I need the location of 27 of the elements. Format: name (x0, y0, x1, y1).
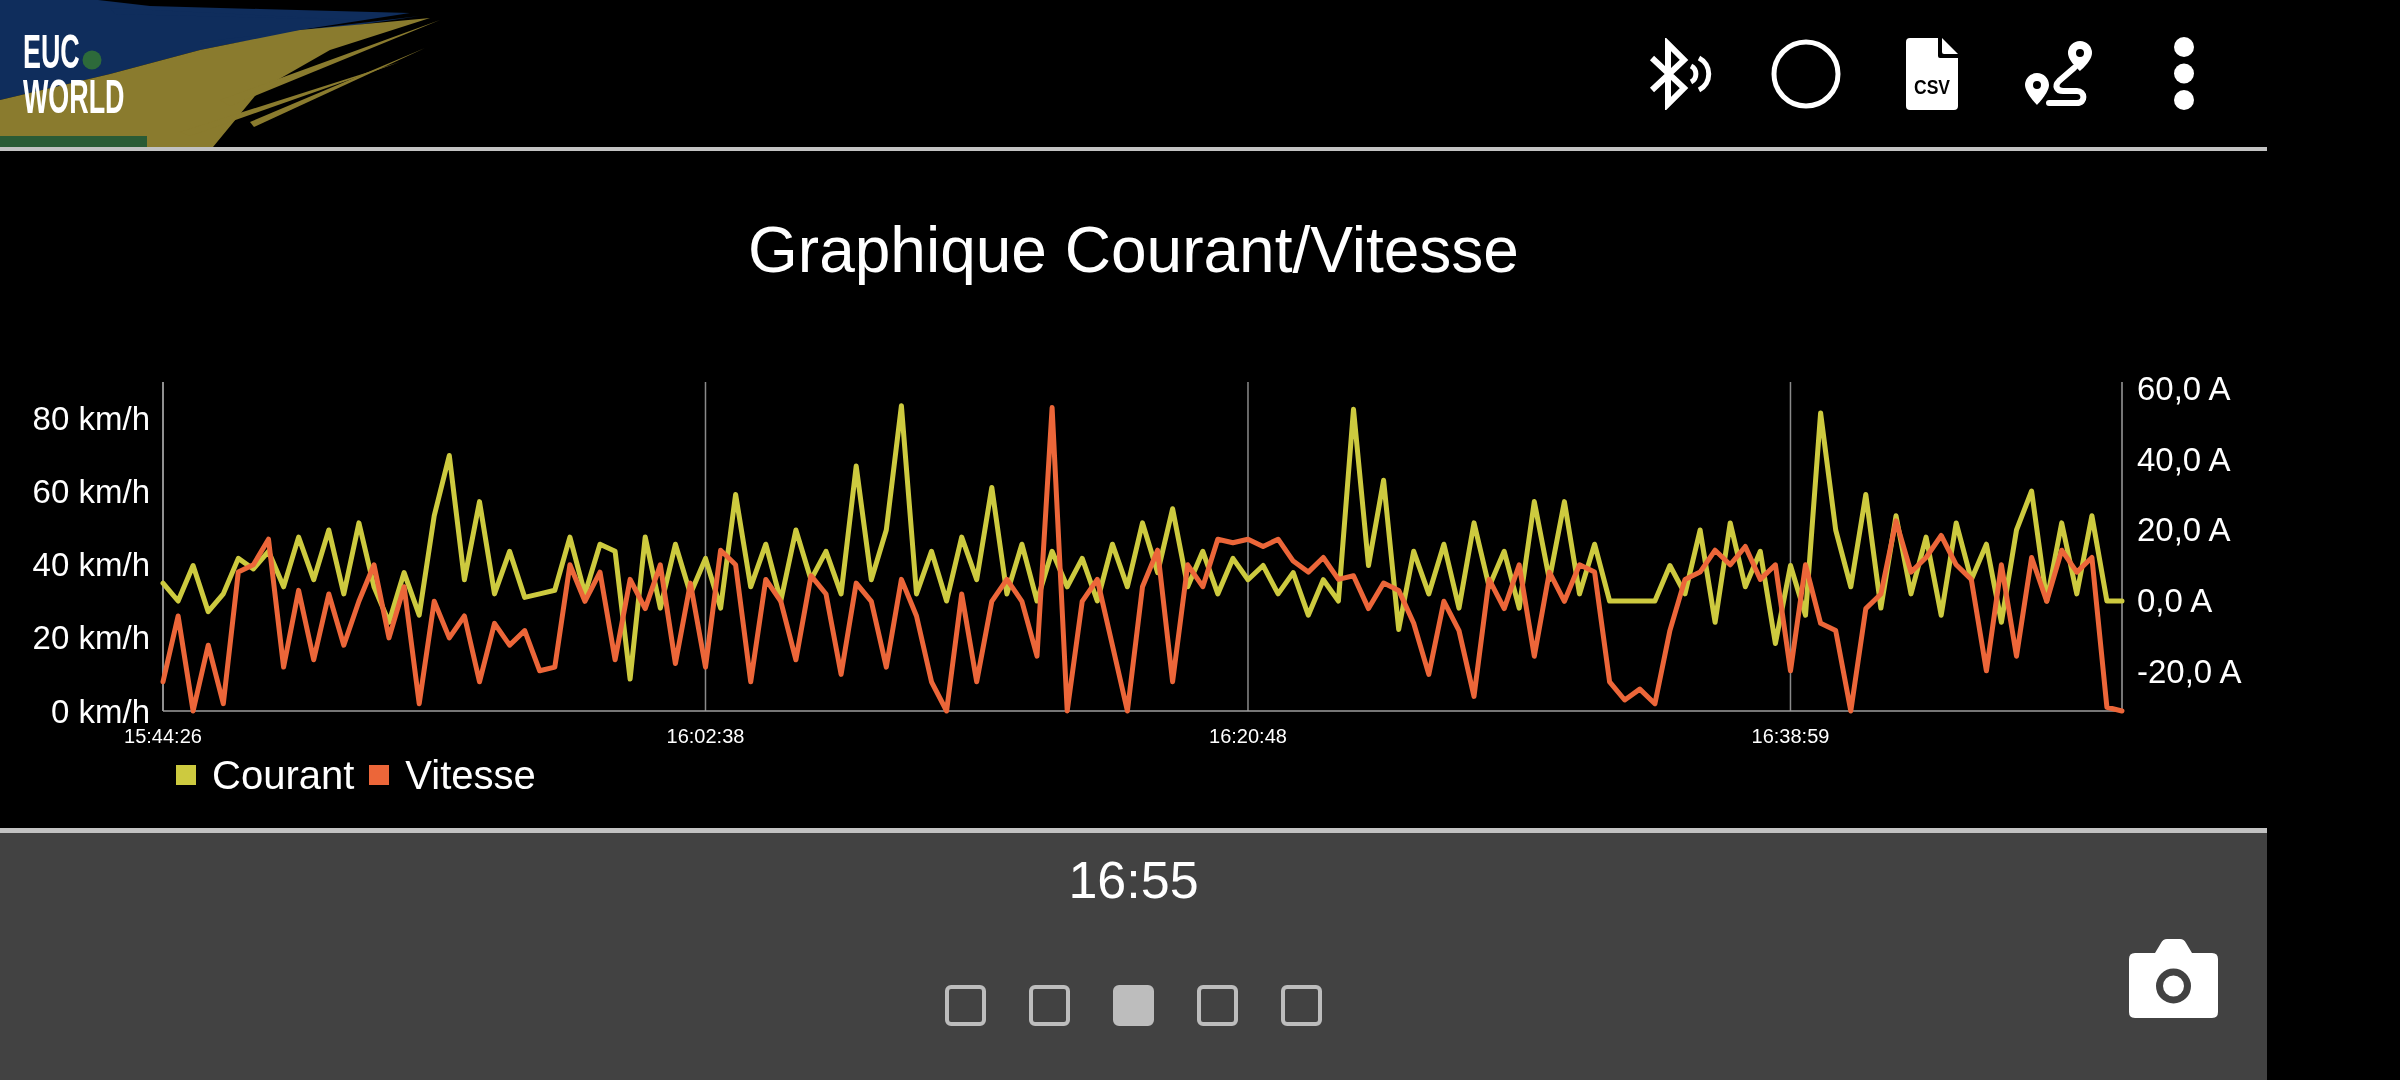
clock-time: 16:55 (1068, 850, 1199, 910)
page-indicator-icon[interactable] (1197, 985, 1238, 1026)
legend-label: Courant (212, 752, 355, 798)
axis-label: 80 km/h (32, 400, 150, 438)
axis-label: -20,0 A (2137, 653, 2242, 691)
camera-icon[interactable] (2129, 939, 2218, 1018)
axis-label: 60,0 A (2137, 372, 2231, 407)
page-indicator-icon[interactable] (945, 985, 986, 1026)
axis-label: 16:02:38 (666, 725, 745, 747)
circle-icon[interactable] (1771, 38, 1841, 109)
route-icon[interactable] (2024, 40, 2092, 107)
chart-title: Graphique Courant/Vitesse (748, 213, 1519, 287)
axis-label: 0,0 A (2137, 582, 2213, 620)
axis-label: 20,0 A (2137, 511, 2231, 549)
bluetooth-icon[interactable] (1648, 37, 1712, 110)
axis-label: 16:20:48 (1209, 725, 1287, 747)
page-indicator-icon[interactable] (1029, 985, 1070, 1026)
menu-icon[interactable] (2174, 37, 2194, 110)
axis-label: 40 km/h (32, 546, 150, 584)
axis-label: 16:38:59 (1751, 725, 1830, 747)
axis-label: 60 km/h (32, 473, 150, 511)
axis-label: 20 km/h (32, 619, 150, 657)
dot-icon (82, 50, 102, 70)
csv-file-icon[interactable]: CSV (1906, 37, 1958, 110)
legend-label: Vitesse (405, 752, 536, 798)
axis-label: 40,0 A (2137, 440, 2231, 478)
page-indicator-icon[interactable] (1281, 985, 1322, 1026)
